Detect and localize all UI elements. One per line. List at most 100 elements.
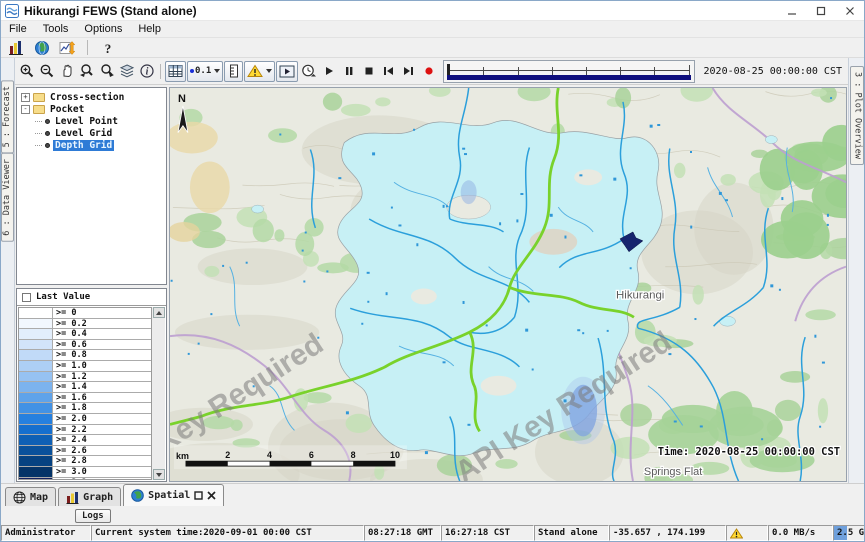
legend-label: >= 1.2 (53, 372, 151, 382)
legend-row: >= 2.8 (19, 456, 151, 467)
legend-label: >= 0.6 (53, 340, 151, 350)
legend-row: >= 0.6 (19, 340, 151, 351)
svg-text:km: km (176, 451, 189, 461)
tab-data-viewer[interactable]: 6 : Data Viewer (1, 153, 14, 242)
time-navigation-button[interactable] (299, 61, 318, 82)
scroll-up-button[interactable] (153, 307, 165, 318)
status-bar: AdministratorCurrent system time:2020-09… (1, 525, 864, 541)
menu-file[interactable]: File (1, 22, 35, 36)
map-time-label: Time: 2020-08-25 00:00:00 CST (658, 446, 840, 458)
legend-label: >= 2.6 (53, 446, 151, 456)
timeline-range-bar (447, 75, 690, 80)
stop-button[interactable] (359, 61, 378, 82)
grid-display-button[interactable] (165, 61, 186, 82)
legend-row: >= 3.2 (19, 478, 151, 481)
status-text: -35.657 , 174.199 (613, 528, 705, 538)
folder-icon (33, 93, 45, 102)
tree-item-level-point[interactable]: Level Point (17, 115, 166, 127)
maximize-panel-icon[interactable] (194, 491, 203, 500)
menu-tools[interactable]: Tools (35, 22, 77, 36)
legend-swatch (19, 350, 53, 360)
minimize-button[interactable] (777, 1, 806, 20)
legend-label: >= 3.0 (53, 467, 151, 477)
zoom-in-button[interactable] (17, 61, 36, 82)
tree-item-cross-section[interactable]: +Cross-section (17, 91, 166, 103)
close-icon (845, 6, 855, 16)
chart-arrow-icon (59, 40, 76, 56)
help-icon: ? (102, 41, 114, 55)
zoom-out-button[interactable] (37, 61, 56, 82)
scroll-down-button[interactable] (153, 469, 165, 480)
map-display-button[interactable] (32, 37, 51, 58)
legend-row: >= 0 (19, 308, 151, 319)
legend-panel: Last Value >= 0>= 0.2>= 0.4>= 0.6>= 0.8>… (16, 288, 167, 482)
legend-label: >= 2.8 (53, 456, 151, 466)
map-canvas[interactable]: API Key Required API Key Required N km (170, 88, 846, 481)
tab-map[interactable]: Map (5, 487, 56, 506)
legend-label: >= 0.8 (53, 350, 151, 360)
status-text: 08:27:18 GMT (368, 528, 433, 538)
skip-to-start-button[interactable] (379, 61, 398, 82)
zoom-in-icon (19, 63, 35, 79)
scale-threshold-dropdown[interactable]: 0.1 (187, 61, 223, 82)
maximize-button[interactable] (806, 1, 835, 20)
layers-button[interactable] (117, 61, 136, 82)
scale-threshold-value: 0.1 (195, 66, 211, 76)
tab-spatial-label: Spatial (148, 490, 190, 501)
legend-row: >= 0.4 (19, 329, 151, 340)
grid-icon (168, 64, 183, 78)
toolbar-separator (87, 40, 88, 55)
tree-item-pocket[interactable]: -Pocket (17, 103, 166, 115)
info-button[interactable]: i (137, 61, 156, 82)
menu-help[interactable]: Help (130, 22, 169, 36)
last-value-checkbox[interactable] (22, 293, 31, 302)
zoom-previous-button[interactable] (77, 61, 96, 82)
record-button[interactable] (419, 61, 438, 82)
stop-icon (364, 66, 374, 76)
legend-scrollbar[interactable] (151, 307, 165, 480)
record-icon (424, 66, 434, 76)
animation-panel-button[interactable] (276, 61, 298, 82)
zoom-next-button[interactable] (97, 61, 116, 82)
legend-label: >= 0.4 (53, 329, 151, 339)
menu-bar: FileToolsOptionsHelp (1, 21, 864, 38)
close-panel-icon[interactable] (207, 491, 216, 500)
timeseries-dialog-button[interactable] (58, 37, 77, 58)
legend-swatch (19, 467, 53, 477)
menu-options[interactable]: Options (76, 22, 130, 36)
tree-item-depth-grid[interactable]: Depth Grid (17, 139, 166, 151)
legend-swatch (19, 308, 53, 318)
data-display-button[interactable] (6, 37, 25, 58)
wireframe-globe-icon (13, 491, 26, 504)
status-text: 16:27:18 CST (445, 528, 510, 538)
minimize-icon (787, 6, 797, 16)
legend-row: >= 0.8 (19, 350, 151, 361)
pan-button[interactable] (57, 61, 76, 82)
tab-spatial[interactable]: Spatial (123, 484, 224, 506)
tab-graph[interactable]: Graph (58, 487, 121, 506)
tree-expander-icon[interactable]: + (21, 93, 30, 102)
tab-plot-overview[interactable]: 3 : Plot Overview (850, 66, 864, 165)
ruler-button[interactable] (224, 61, 243, 82)
tree-expander-icon[interactable]: - (21, 105, 30, 114)
tab-forecast[interactable]: 5 : Forecast (1, 80, 14, 153)
skip-to-end-button[interactable] (399, 61, 418, 82)
timeline-slider[interactable] (443, 60, 694, 83)
status-text: Stand alone (538, 528, 598, 538)
tree-item-level-grid[interactable]: Level Grid (17, 127, 166, 139)
legend-row: >= 1.4 (19, 382, 151, 393)
play-button[interactable] (319, 61, 338, 82)
tree-connector (35, 121, 42, 122)
help-button[interactable]: ? (98, 37, 117, 58)
close-button[interactable] (835, 1, 864, 20)
legend-row: >= 1.0 (19, 361, 151, 372)
legend-swatch (19, 382, 53, 392)
zoom-previous-icon (79, 63, 95, 79)
warnings-dropdown[interactable] (244, 61, 275, 82)
legend-row: >= 2.4 (19, 435, 151, 446)
play-box-icon (279, 65, 295, 78)
logs-button[interactable]: Logs (75, 509, 111, 523)
pause-button[interactable] (339, 61, 358, 82)
scale-tick-label: 10 (390, 450, 400, 460)
legend-swatch (19, 425, 53, 435)
